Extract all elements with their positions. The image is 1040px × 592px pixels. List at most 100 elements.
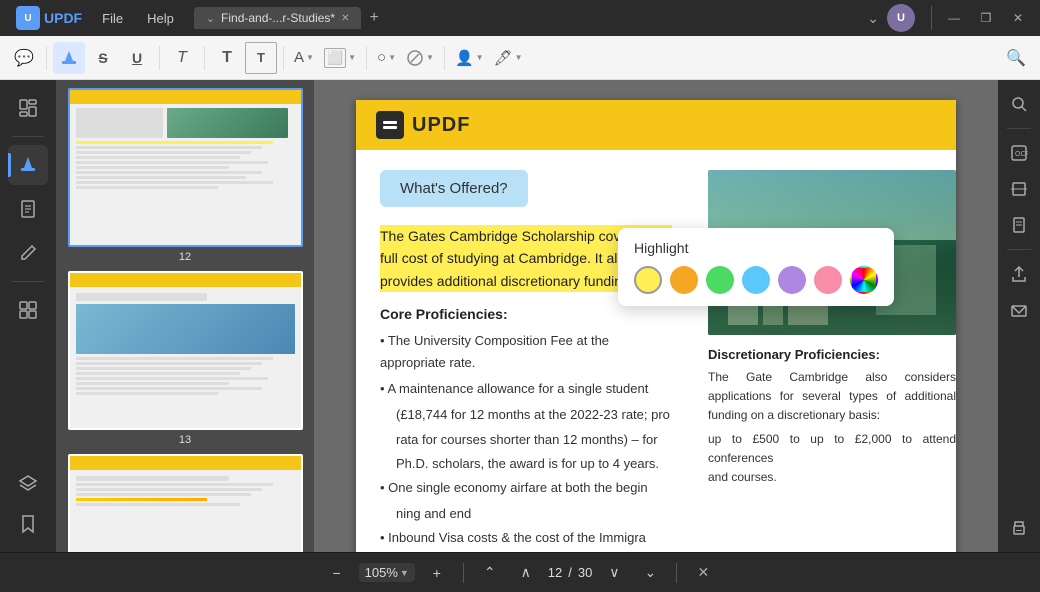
sticker-tool-button[interactable]: ⬜ ▼ [320, 42, 360, 74]
swatch-multicolor[interactable] [850, 266, 878, 294]
swatch-green[interactable] [706, 266, 734, 294]
sidebar-layers-button[interactable] [8, 464, 48, 504]
swatch-orange[interactable] [670, 266, 698, 294]
highlight-popup-title: Highlight [634, 240, 878, 256]
thumbnail-page-14[interactable]: 14 [64, 454, 306, 552]
person-tool-button[interactable]: 👤 ▼ [451, 42, 488, 74]
right-tool-ocr-button[interactable]: OCR [1003, 137, 1035, 169]
bullet-2-line2: (£18,744 for 12 months at the 2022-23 ra… [380, 404, 672, 426]
sidebar-pages-button[interactable] [8, 189, 48, 229]
nav-to-bottom-button[interactable]: ⌄ [636, 559, 664, 587]
toolbar-separator-3 [204, 46, 205, 70]
app-logo: U UPDF [8, 6, 90, 30]
title-bar: U UPDF File Help ⌄ Find-and-...r-Studies… [0, 0, 1040, 36]
swatch-blue[interactable] [742, 266, 770, 294]
core-proficiencies-title: Core Proficiencies: [380, 306, 672, 322]
textbox-tool-button[interactable]: T [245, 42, 277, 74]
discretionary-text: The Gate Cambridge also considers applic… [708, 368, 956, 426]
right-tool-mail-button[interactable] [1003, 294, 1035, 326]
strikethrough-tool-button[interactable]: S [87, 42, 119, 74]
bottom-bar: − 105% ▼ + ⌃ ∧ 12 / 30 ∨ ⌄ ✕ [0, 552, 1040, 592]
discretionary-extra2: and courses. [708, 468, 956, 487]
pdf-content-area: Highlight UPDF [314, 80, 998, 552]
dropdown-icon[interactable]: ⌄ [863, 10, 883, 27]
nav-to-top-button[interactable]: ⌃ [476, 559, 504, 587]
svg-text:OCR: OCR [1015, 151, 1028, 158]
swatch-purple[interactable] [778, 266, 806, 294]
text-tool-button[interactable]: T [166, 42, 198, 74]
search-button[interactable]: 🔍 [1000, 42, 1032, 74]
right-column: Discretionary Proficiencies: The Gate Ca… [708, 170, 956, 487]
bullet-1: • The University Composition Fee at the … [380, 330, 672, 374]
bottom-close-button[interactable]: ✕ [689, 559, 717, 587]
comment-tool-button[interactable]: 💬 [8, 42, 40, 74]
sidebar-edit-button[interactable] [8, 233, 48, 273]
highlight-tool-button[interactable] [53, 42, 85, 74]
right-tool-share-button[interactable] [1003, 258, 1035, 290]
page-current: 12 [548, 565, 562, 580]
sidebar-separator [12, 136, 44, 137]
window-maximize-button[interactable]: ❒ [972, 6, 1000, 30]
zoom-out-button[interactable]: − [323, 559, 351, 587]
thumbnail-page-13[interactable]: 13 [64, 271, 306, 446]
tab-current[interactable]: ⌄ Find-and-...r-Studies* ✕ [194, 7, 362, 29]
right-tool-search-button[interactable] [1003, 88, 1035, 120]
left-sidebar [0, 80, 56, 552]
thumb-box-12[interactable] [68, 88, 303, 247]
bottom-separator-2 [676, 563, 677, 583]
nav-down-button[interactable]: ∨ [600, 559, 628, 587]
stamp-tool-button[interactable]: A ▼ [290, 42, 318, 74]
underline-tool-button[interactable]: U [121, 42, 153, 74]
right-tool-separator [1007, 128, 1031, 129]
tab-close-icon[interactable]: ✕ [341, 13, 349, 24]
toolbar-separator-5 [366, 46, 367, 70]
right-tool-print-button[interactable] [1003, 512, 1035, 544]
swatch-yellow[interactable] [634, 266, 662, 294]
toolbar: 💬 S U T T T A ▼ ⬜ ▼ ○ ▼ ▼ 👤 ▼ 🖋 ▼ 🔍 [0, 36, 1040, 80]
thumb-img-14 [70, 456, 301, 552]
shapes-tool-button[interactable]: ○ ▼ [373, 42, 400, 74]
thumb-img-13 [70, 273, 301, 428]
swatch-pink[interactable] [814, 266, 842, 294]
nav-up-button[interactable]: ∧ [512, 559, 540, 587]
window-close-button[interactable]: ✕ [1004, 6, 1032, 30]
user-avatar: U [887, 4, 915, 32]
page-total: 30 [578, 565, 592, 580]
pdf-page: UPDF What's Offered? The Gates Cambridge… [356, 100, 956, 552]
zoom-in-button[interactable]: + [423, 559, 451, 587]
sidebar-page-view-button[interactable] [8, 88, 48, 128]
sidebar-organize-button[interactable] [8, 290, 48, 330]
bullet-3-line1: • One single economy airfare at both the… [380, 477, 672, 499]
pencil-tool-button[interactable]: ▼ [402, 42, 438, 74]
typewriter-tool-button[interactable]: T [211, 42, 243, 74]
thumb-img-12 [70, 90, 301, 245]
thumbnail-page-12[interactable]: 12 [64, 88, 306, 263]
extra-tool-button[interactable]: 🖋 ▼ [490, 42, 527, 74]
bullet-2-line1: • A maintenance allowance for a single s… [380, 378, 672, 400]
page-two-col: What's Offered? The Gates Cambridge Scho… [356, 150, 956, 552]
menu-file[interactable]: File [90, 7, 135, 30]
page-navigation: 12 / 30 [548, 565, 593, 580]
right-tool-scan-button[interactable] [1003, 173, 1035, 205]
right-tool-convert-button[interactable] [1003, 209, 1035, 241]
right-tool-separator-2 [1007, 249, 1031, 250]
toolbar-separator [46, 46, 47, 70]
updf-logo-icon: U [16, 6, 40, 30]
tab-name: Find-and-...r-Studies* [221, 11, 335, 25]
menu-help[interactable]: Help [135, 7, 186, 30]
window-minimize-button[interactable]: — [940, 6, 968, 30]
sidebar-highlight-button[interactable] [8, 145, 48, 185]
thumb-box-13[interactable] [68, 271, 303, 430]
header-logo-text: UPDF [412, 114, 470, 137]
zoom-dropdown-arrow[interactable]: ▼ [400, 568, 409, 578]
toolbar-separator-6 [444, 46, 445, 70]
sidebar-bookmark-button[interactable] [8, 504, 48, 544]
page-separator: / [568, 565, 572, 580]
bullet-3-line2: ning and end [380, 503, 672, 525]
discretionary-extra1: up to £500 to up to £2,000 to attend con… [708, 430, 956, 468]
page-header: UPDF [356, 100, 956, 150]
thumb-box-14[interactable] [68, 454, 303, 552]
thumb-page-num-12: 12 [179, 251, 191, 263]
tab-add-button[interactable]: + [361, 5, 386, 31]
tab-bar: ⌄ Find-and-...r-Studies* ✕ + [194, 5, 863, 31]
